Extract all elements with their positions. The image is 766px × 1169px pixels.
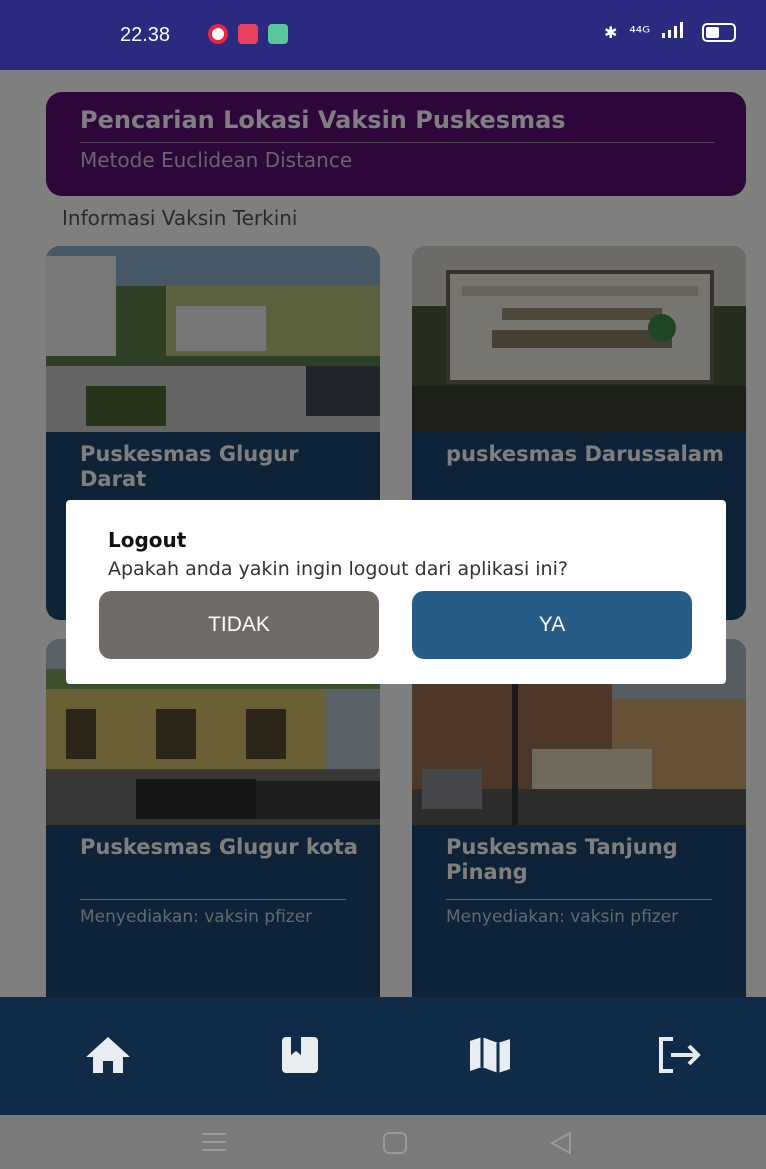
logout-icon — [659, 1037, 701, 1073]
back-icon[interactable] — [548, 1131, 574, 1155]
nav-home-button[interactable] — [78, 1025, 138, 1085]
shop-notification-icon — [268, 24, 288, 44]
notification-icons — [208, 24, 288, 44]
nav-bookmark-button[interactable] — [270, 1025, 330, 1085]
confirm-logout-button[interactable]: YA — [412, 591, 692, 659]
bottom-navigation — [0, 997, 766, 1115]
recents-icon[interactable] — [200, 1131, 228, 1153]
map-icon — [470, 1037, 510, 1073]
home-icon — [86, 1037, 130, 1073]
home-system-icon[interactable] — [382, 1131, 408, 1155]
bookmark-icon — [282, 1037, 318, 1073]
status-right: ✱ ⁴⁴ᴳ — [604, 22, 736, 42]
cancel-button[interactable]: TIDAK — [99, 591, 379, 659]
nav-logout-button[interactable] — [650, 1025, 710, 1085]
dialog-message: Apakah anda yakin ingin logout dari apli… — [108, 558, 568, 580]
g-notification-icon — [238, 24, 258, 44]
signal-icon — [662, 22, 690, 42]
bluetooth-icon: ✱ — [603, 22, 618, 42]
battery-icon — [702, 22, 736, 42]
nav-map-button[interactable] — [460, 1025, 520, 1085]
dialog-title: Logout — [108, 528, 187, 552]
logout-dialog: Logout Apakah anda yakin ingin logout da… — [66, 500, 726, 684]
status-bar: 22.38 ✱ ⁴⁴ᴳ — [0, 0, 766, 70]
network-label: ⁴⁴ᴳ — [629, 22, 650, 42]
app-notification-icon — [208, 24, 228, 44]
status-time: 22.38 — [120, 24, 171, 46]
system-navigation-bar — [0, 1115, 766, 1169]
